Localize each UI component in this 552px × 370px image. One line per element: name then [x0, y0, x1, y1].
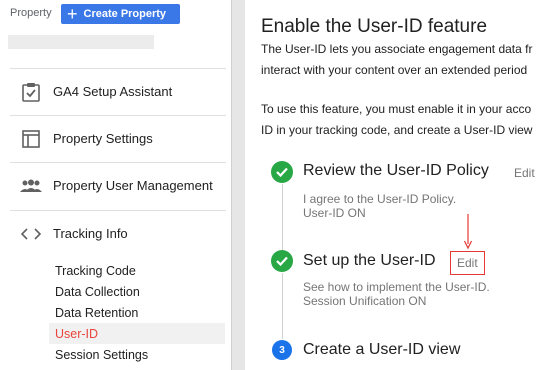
plus-icon: + [67, 4, 78, 24]
layout-icon [20, 128, 42, 150]
step-connector [282, 273, 283, 339]
step-3-number: 3 [272, 340, 292, 360]
create-property-label: Create Property [83, 8, 167, 20]
check-circle-icon [271, 250, 293, 272]
sidebar-subitem-session-settings[interactable]: Session Settings [49, 344, 225, 365]
intro-line-1: The User-ID lets you associate engagemen… [261, 42, 533, 56]
sidebar-item-label: Property User Management [53, 178, 213, 193]
step-2-desc-line-2: Session Unification ON [303, 294, 427, 308]
sidebar-subitem-data-retention[interactable]: Data Retention [49, 302, 225, 323]
sidebar-item-ga4-setup-assistant[interactable]: GA4 Setup Assistant [10, 68, 226, 114]
panel-divider [231, 0, 245, 370]
step-1-desc-line-2: User-ID ON [303, 206, 366, 220]
arrow-down-icon [464, 214, 472, 250]
sidebar-subitem-user-id[interactable]: User-ID [49, 323, 225, 344]
step-2-desc-line-1: See how to implement the User-ID. [303, 280, 490, 294]
left-panel: Property + Create Property GA4 Setup Ass… [0, 0, 231, 370]
create-property-button[interactable]: + Create Property [61, 4, 180, 24]
page-title: Enable the User-ID feature [261, 16, 488, 37]
step-3-title: Create a User-ID view [303, 341, 461, 358]
clipboard-check-icon [20, 81, 42, 103]
sidebar-subitem-tracking-code[interactable]: Tracking Code [49, 260, 225, 281]
sidebar-item-property-user-management[interactable]: Property User Management [10, 162, 226, 208]
check-circle-icon [271, 161, 293, 183]
step-1-edit-link[interactable]: Edit [514, 166, 535, 180]
instructions-line-1: To use this feature, you must enable it … [261, 102, 532, 116]
sidebar-item-property-settings[interactable]: Property Settings [10, 115, 226, 161]
intro-line-2: interact with your content over an exten… [261, 63, 528, 77]
code-icon [20, 223, 42, 245]
people-icon [20, 175, 42, 197]
main-content: Enable the User-ID feature The User-ID l… [245, 0, 552, 370]
step-2-title: Set up the User-ID [303, 252, 436, 269]
sidebar-subitem-data-collection[interactable]: Data Collection [49, 281, 225, 302]
sidebar-item-label: Tracking Info [53, 226, 128, 241]
step-2-edit-link[interactable]: Edit [450, 251, 485, 275]
property-label: Property [10, 7, 52, 19]
sidebar-item-tracking-info[interactable]: Tracking Info [10, 210, 226, 256]
step-1-desc-line-1: I agree to the User-ID Policy. [303, 192, 457, 206]
sidebar-item-label: GA4 Setup Assistant [53, 84, 173, 99]
step-1-title: Review the User-ID Policy [303, 162, 489, 179]
property-selector-placeholder[interactable] [8, 35, 154, 49]
sidebar-item-label: Property Settings [53, 131, 153, 146]
instructions-line-2: ID in your tracking code, and create a U… [261, 123, 533, 137]
step-connector [282, 184, 283, 254]
